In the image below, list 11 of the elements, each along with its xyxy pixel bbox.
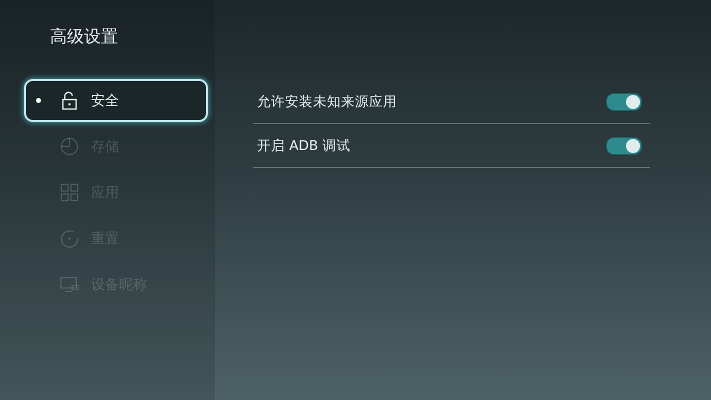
page-title: 高级设置 (49, 26, 119, 49)
setting-label: 允许安装未知来源应用 (257, 92, 397, 110)
grid-icon (60, 183, 79, 202)
toggle-switch[interactable] (606, 136, 642, 154)
monitor-icon (60, 275, 79, 294)
reset-icon (60, 229, 79, 248)
padlock-icon (60, 91, 79, 110)
toggle-switch[interactable] (606, 92, 642, 110)
setting-label: 开启 ADB 调试 (257, 136, 350, 154)
pie-chart-icon (60, 137, 79, 156)
sidebar-item[interactable]: 安全 (24, 79, 208, 122)
